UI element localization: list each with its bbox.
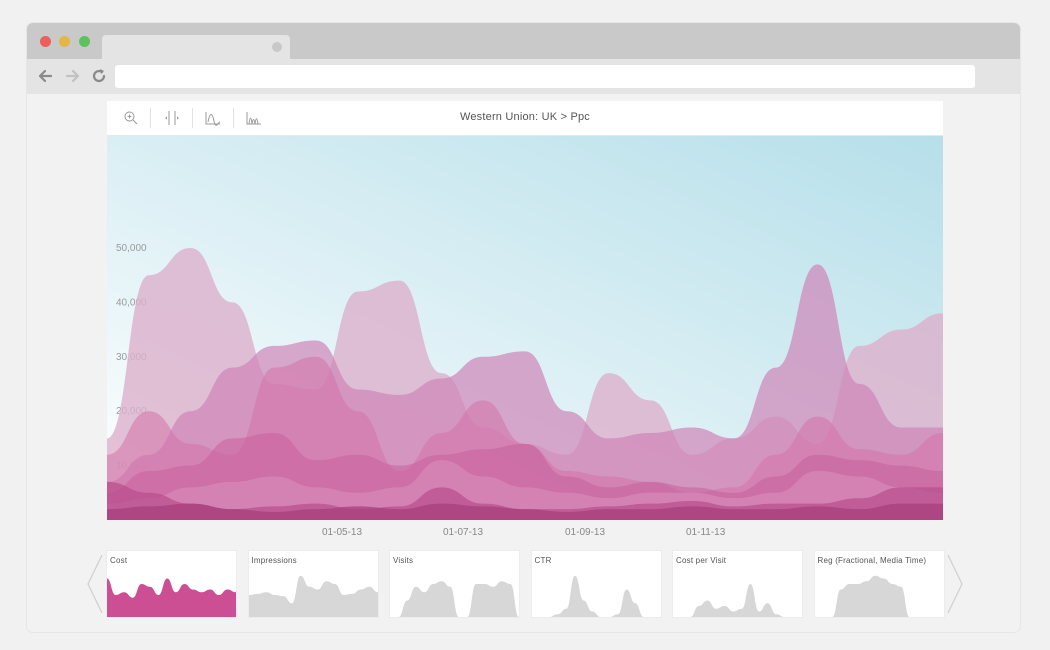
x-axis-tick-label: 01-11-13	[686, 527, 726, 538]
browser-toolbar	[27, 59, 1020, 94]
metric-card[interactable]: Reg (Fractional, Media Time)	[814, 551, 944, 617]
address-bar[interactable]	[115, 65, 975, 88]
metric-card[interactable]: Cost	[107, 551, 236, 617]
metric-label: Reg (Fractional, Media Time)	[817, 556, 927, 565]
metric-sparkline-area	[814, 575, 944, 617]
metric-sparkline-area	[390, 581, 519, 617]
metric-card[interactable]: Visits	[390, 551, 519, 617]
x-axis-tick-label: 01-07-13	[443, 527, 484, 538]
forward-arrow-icon[interactable]	[63, 66, 83, 86]
tab-close-icon[interactable]	[272, 42, 282, 52]
chart-panel: Western Union: UK > Ppc 10,00020,00030,0…	[107, 101, 943, 520]
metric-label: Cost per Visit	[676, 556, 727, 565]
x-axis-tick-label: 01-05-13	[322, 527, 363, 538]
metric-card[interactable]: Cost per Visit	[673, 551, 802, 617]
next-metrics-arrow-icon[interactable]	[946, 553, 964, 615]
metric-label: Visits	[393, 556, 414, 565]
stacked-area-chart[interactable]: 10,00020,00030,00040,00050,000	[107, 136, 943, 520]
chart-title: Western Union: UK > Ppc	[459, 111, 591, 123]
metric-sparkline-area	[248, 575, 378, 617]
previous-metrics-arrow-icon[interactable]	[86, 553, 104, 615]
metric-label: Impressions	[251, 556, 297, 565]
metric-sparkline-area	[673, 584, 802, 617]
metric-label: Cost	[110, 556, 128, 565]
metric-card[interactable]: Impressions	[248, 551, 378, 617]
minimize-window-button[interactable]	[59, 36, 70, 47]
metric-sparkline-area	[531, 575, 661, 617]
chart-toolbar: Western Union: UK > Ppc	[107, 101, 943, 136]
metric-label: CTR	[534, 556, 552, 565]
close-window-button[interactable]	[40, 36, 51, 47]
x-axis-tick-label: 01-09-13	[565, 527, 606, 538]
metric-card[interactable]: CTR	[531, 551, 661, 617]
reload-icon[interactable]	[89, 66, 109, 86]
browser-tab[interactable]	[102, 35, 290, 59]
zoom-window-button[interactable]	[79, 36, 90, 47]
browser-titlebar	[27, 23, 1020, 59]
back-arrow-icon[interactable]	[35, 66, 55, 86]
metric-sparkline-area	[107, 578, 236, 617]
y-axis-tick-label: 50,000	[116, 243, 147, 254]
